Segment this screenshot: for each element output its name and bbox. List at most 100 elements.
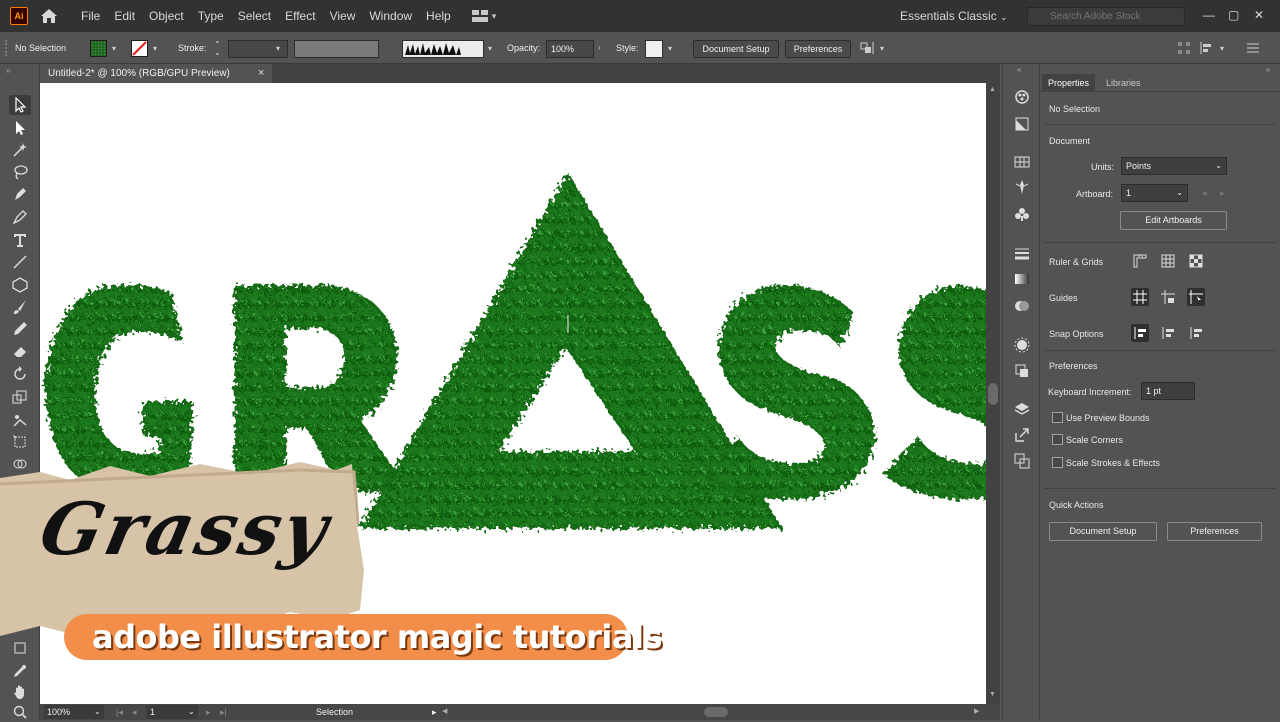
show-guides-icon[interactable]: [1131, 288, 1149, 306]
menu-help[interactable]: Help: [419, 0, 458, 32]
opacity-field[interactable]: 100%: [546, 40, 594, 58]
document-setup-button[interactable]: Document Setup: [693, 40, 779, 58]
next-artboard-arrow-icon[interactable]: ▸: [1220, 188, 1225, 199]
smart-guides-icon[interactable]: [1187, 288, 1205, 306]
graphic-style-swatch[interactable]: [645, 40, 663, 58]
scroll-down-icon[interactable]: ▼: [989, 691, 996, 698]
lasso-tool-icon[interactable]: [9, 162, 31, 182]
magic-wand-tool-icon[interactable]: [9, 140, 31, 160]
home-icon[interactable]: [38, 7, 60, 25]
artboard-dropdown-icon[interactable]: ⌄: [188, 705, 195, 719]
style-dropdown-icon[interactable]: ▾: [668, 44, 672, 53]
color-icon[interactable]: [1012, 115, 1032, 133]
menu-window[interactable]: Window: [362, 0, 419, 32]
scale-corners-checkbox[interactable]: [1052, 434, 1063, 445]
menu-view[interactable]: View: [323, 0, 363, 32]
brush-dropdown-icon[interactable]: ▾: [488, 44, 492, 53]
polygon-tool-icon[interactable]: [9, 275, 31, 295]
zoom-dropdown-icon[interactable]: ⌄: [94, 705, 101, 719]
pen-tool-icon[interactable]: [9, 184, 31, 204]
workspace-switcher[interactable]: Essentials Classic ⌄: [900, 0, 1008, 32]
quick-preferences-button[interactable]: Preferences: [1167, 522, 1262, 541]
stroke-dropdown-icon[interactable]: ▾: [153, 44, 157, 53]
hand-tool-icon[interactable]: [9, 682, 31, 702]
menu-edit[interactable]: Edit: [107, 0, 142, 32]
keyboard-increment-field[interactable]: 1 pt: [1141, 382, 1195, 400]
edit-artboards-button[interactable]: Edit Artboards: [1120, 211, 1227, 230]
menu-file[interactable]: File: [74, 0, 107, 32]
toolbar-collapse-icon[interactable]: »: [6, 66, 10, 75]
pencil-tool-icon[interactable]: [9, 319, 31, 339]
units-select[interactable]: Points ⌄: [1121, 157, 1227, 175]
swatches-icon[interactable]: [1012, 153, 1032, 171]
stroke-swatch[interactable]: [131, 40, 148, 57]
scroll-thumb[interactable]: [988, 383, 998, 405]
artboard-tool-icon[interactable]: [9, 638, 31, 658]
grid-icon[interactable]: [1159, 252, 1177, 270]
tab-libraries[interactable]: Libraries: [1106, 74, 1141, 92]
stroke-panel-icon[interactable]: [1012, 244, 1032, 262]
graphic-styles-icon[interactable]: [1012, 362, 1032, 380]
fill-swatch[interactable]: [90, 40, 107, 57]
align-icon[interactable]: [1200, 42, 1216, 57]
align-dropdown-icon[interactable]: ▾: [1220, 44, 1224, 53]
close-tab-icon[interactable]: ×: [258, 64, 264, 83]
eyedropper-tool-icon[interactable]: [9, 661, 31, 681]
export-icon[interactable]: [1012, 426, 1032, 444]
use-preview-bounds-checkbox[interactable]: [1052, 412, 1063, 423]
opacity-arrow-icon[interactable]: ›: [598, 43, 601, 52]
eraser-tool-icon[interactable]: [9, 341, 31, 361]
artboard-select[interactable]: 1 ⌄: [1121, 184, 1188, 202]
menu-object[interactable]: Object: [142, 0, 191, 32]
snap-to-grid-icon[interactable]: [1159, 324, 1177, 342]
next-artboard-icon[interactable]: ▸: [206, 705, 211, 719]
snap-to-point-icon[interactable]: [1131, 324, 1149, 342]
prev-artboard-arrow-icon[interactable]: ◂: [1202, 188, 1207, 199]
line-segment-tool-icon[interactable]: [9, 252, 31, 272]
rulers-icon[interactable]: [1131, 252, 1149, 270]
gradient-icon[interactable]: [1012, 270, 1032, 288]
transparency-icon[interactable]: [1012, 297, 1032, 315]
menu-select[interactable]: Select: [231, 0, 278, 32]
rotate-tool-icon[interactable]: [9, 364, 31, 384]
close-window-icon[interactable]: ✕: [1254, 8, 1264, 22]
brushes-icon[interactable]: [1012, 178, 1032, 196]
variable-width-profile[interactable]: [294, 40, 379, 58]
hscroll-right-icon[interactable]: ▶: [974, 705, 979, 719]
quick-document-setup-button[interactable]: Document Setup: [1049, 522, 1157, 541]
curvature-tool-icon[interactable]: [9, 207, 31, 227]
transparency-grid-icon[interactable]: [1187, 252, 1205, 270]
arrange-documents-icon[interactable]: ▾: [471, 10, 496, 22]
scale-strokes-checkbox[interactable]: [1052, 457, 1063, 468]
horizontal-scroll-thumb[interactable]: [704, 707, 728, 717]
document-tab[interactable]: Untitled-2* @ 100% (RGB/GPU Preview): [40, 64, 272, 83]
menu-effect[interactable]: Effect: [278, 0, 322, 32]
fill-dropdown-icon[interactable]: ▾: [112, 44, 116, 53]
appearance-icon[interactable]: [1012, 336, 1032, 354]
maximize-icon[interactable]: ▢: [1228, 8, 1239, 22]
zoom-tool-icon[interactable]: [9, 702, 31, 722]
snap-to-pixel-icon[interactable]: [1187, 324, 1205, 342]
color-guide-icon[interactable]: [1012, 88, 1032, 106]
search-stock-input[interactable]: [1027, 7, 1185, 26]
scroll-up-icon[interactable]: ▲: [989, 86, 996, 93]
first-artboard-icon[interactable]: |◂: [116, 705, 123, 719]
arrange-icon[interactable]: [860, 41, 876, 58]
minimize-icon[interactable]: —: [1203, 8, 1215, 22]
isolate-icon[interactable]: [1178, 42, 1190, 57]
menu-type[interactable]: Type: [191, 0, 231, 32]
arrange-dropdown-icon[interactable]: ▾: [880, 44, 884, 53]
selection-tool-icon[interactable]: [9, 95, 31, 115]
symbols-icon[interactable]: [1012, 205, 1032, 223]
hscroll-left-icon[interactable]: ◀: [442, 705, 447, 719]
free-transform-tool-icon[interactable]: [9, 432, 31, 452]
panel-collapse-icon[interactable]: «: [1266, 65, 1270, 74]
lock-guides-icon[interactable]: [1159, 288, 1177, 306]
layers-icon[interactable]: [1012, 400, 1032, 418]
tab-properties[interactable]: Properties: [1042, 74, 1096, 92]
prev-artboard-icon[interactable]: ◂: [132, 705, 137, 719]
stroke-weight-stepper[interactable]: ⌃ ⌄: [214, 41, 221, 57]
dock-collapse-icon[interactable]: «: [1017, 65, 1021, 74]
scale-tool-icon[interactable]: [9, 387, 31, 407]
puppet-warp-tool-icon[interactable]: [9, 410, 31, 430]
